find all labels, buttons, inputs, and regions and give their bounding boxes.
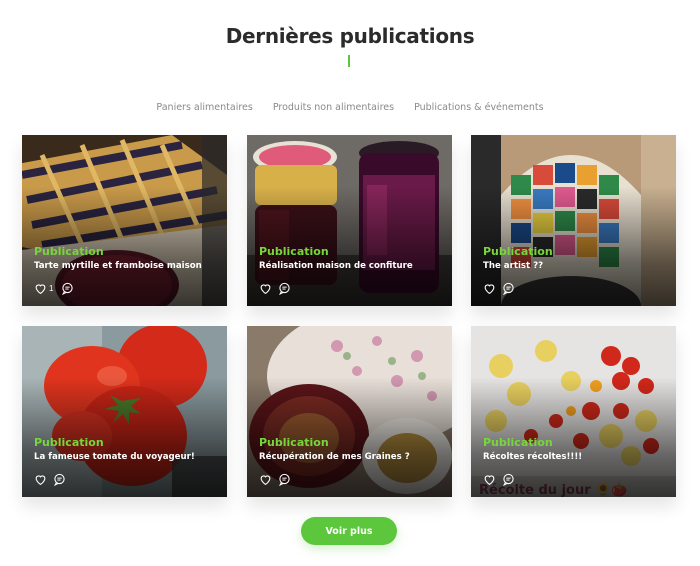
post-title[interactable]: Tarte myrtille et framboise maison (34, 261, 219, 271)
post-title[interactable]: Récoltes récoltes!!!! (483, 452, 668, 462)
post-card[interactable]: Publication Récupération de mes Graines … (247, 326, 452, 497)
comment-icon[interactable] (53, 473, 66, 486)
post-card[interactable]: Publication The artist ?? (471, 135, 676, 306)
post-category: Publication (34, 436, 104, 449)
comment-icon[interactable] (278, 282, 291, 295)
post-card[interactable]: Publication Tarte myrtille et framboise … (22, 135, 227, 306)
comment-icon[interactable] (278, 473, 291, 486)
title-accent-line (348, 55, 350, 67)
post-category: Publication (34, 245, 104, 258)
post-category: Publication (259, 245, 329, 258)
post-category: Publication (483, 245, 553, 258)
filter-tab-produits[interactable]: Produits non alimentaires (273, 102, 394, 113)
post-title[interactable]: Récupération de mes Graines ? (259, 452, 444, 462)
heart-icon[interactable] (483, 473, 496, 486)
filter-tab-publications[interactable]: Publications & événements (414, 102, 544, 113)
like-count: 1 (49, 284, 54, 293)
post-title[interactable]: La fameuse tomate du voyageur! (34, 452, 219, 462)
heart-icon[interactable] (259, 473, 272, 486)
heart-icon[interactable] (483, 282, 496, 295)
heart-icon[interactable] (34, 473, 47, 486)
filter-tabs: Paniers alimentaires Produits non alimen… (0, 102, 700, 113)
post-title[interactable]: Réalisation maison de confiture (259, 261, 444, 271)
comment-icon[interactable] (502, 473, 515, 486)
filter-tab-paniers[interactable]: Paniers alimentaires (156, 102, 252, 113)
heart-icon[interactable] (34, 282, 47, 295)
post-category: Publication (259, 436, 329, 449)
post-card[interactable]: Récolte du jour 🌻🍅 Publication Récoltes … (471, 326, 676, 497)
post-card[interactable]: Publication Réalisation maison de confit… (247, 135, 452, 306)
post-category: Publication (483, 436, 553, 449)
heart-icon[interactable] (259, 282, 272, 295)
see-more-button[interactable]: Voir plus (301, 517, 397, 545)
page-title: Dernières publications (225, 24, 475, 48)
comment-icon[interactable] (502, 282, 515, 295)
post-title[interactable]: The artist ?? (483, 261, 668, 271)
post-card[interactable]: Publication La fameuse tomate du voyageu… (22, 326, 227, 497)
comment-icon[interactable] (61, 282, 74, 295)
